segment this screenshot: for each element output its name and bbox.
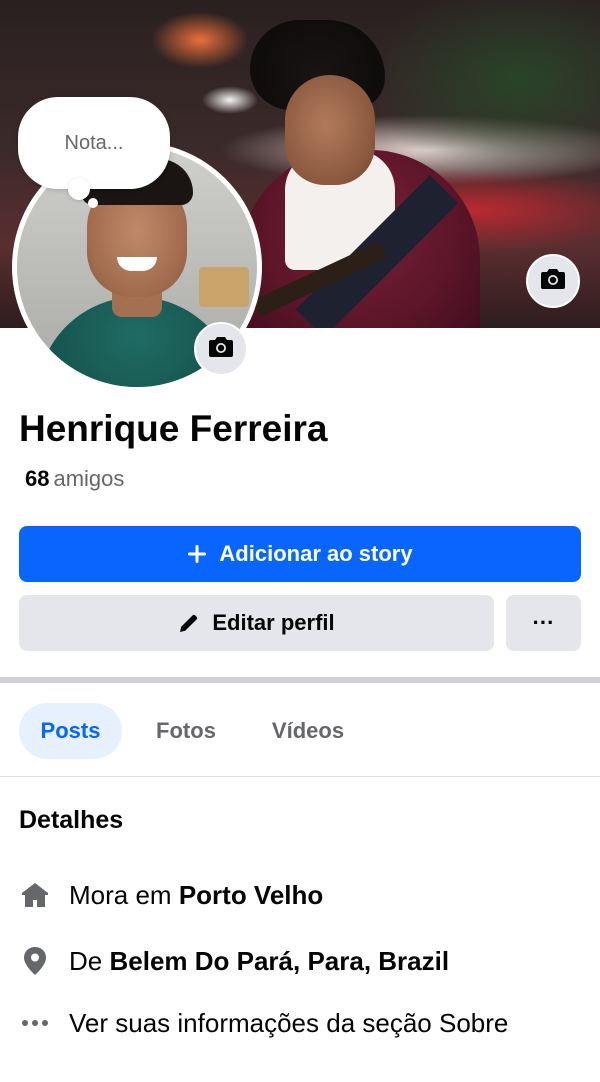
tab-posts[interactable]: Posts: [19, 703, 122, 759]
detail-see-about[interactable]: Ver suas informações da seção Sobre: [19, 1006, 508, 1040]
tab-fotos-label: Fotos: [156, 718, 216, 743]
more-dots-icon: [19, 1007, 51, 1039]
plus-icon: [187, 544, 207, 564]
note-placeholder: Nota...: [64, 131, 124, 154]
from-place[interactable]: Belem Do Pará, Para, Brazil: [109, 946, 449, 976]
detail-lives-in: Mora em Porto Velho: [19, 878, 323, 912]
add-to-story-label: Adicionar ao story: [219, 541, 413, 566]
camera-icon: [208, 336, 234, 363]
note-bubble-tail-small: [88, 198, 98, 208]
edit-profile-picture-button[interactable]: [194, 322, 248, 376]
add-to-story-button[interactable]: Adicionar ao story: [19, 526, 581, 582]
friends-label: amigos: [53, 466, 125, 491]
avatar-background-shelf: [199, 267, 249, 307]
edit-profile-button[interactable]: Editar perfil: [19, 595, 494, 651]
camera-icon: [540, 268, 566, 295]
home-icon: [19, 879, 51, 911]
more-options-icon: ···: [532, 610, 555, 635]
detail-from: De Belem Do Pará, Para, Brazil: [19, 944, 449, 978]
friends-count-link[interactable]: 68 amigos: [25, 466, 124, 492]
section-divider: [0, 677, 600, 683]
profile-tabs: Posts Fotos Vídeos: [0, 703, 600, 759]
lives-prefix: Mora em: [69, 879, 172, 910]
more-options-button[interactable]: ···: [506, 595, 581, 651]
profile-name: Henrique Ferreira: [19, 408, 328, 449]
see-about-link[interactable]: Ver suas informações da seção Sobre: [69, 1008, 508, 1039]
from-prefix: De: [69, 945, 103, 976]
edit-profile-label: Editar perfil: [212, 610, 335, 635]
friends-count: 68: [25, 466, 50, 491]
pencil-icon: [178, 612, 200, 634]
tab-posts-label: Posts: [40, 718, 101, 743]
note-bubble-tail-large: [68, 178, 90, 200]
cover-person-face: [285, 75, 375, 185]
lives-city[interactable]: Porto Velho: [179, 880, 323, 910]
tabs-divider: [0, 776, 600, 777]
tab-fotos[interactable]: Fotos: [140, 703, 232, 759]
location-pin-icon: [19, 945, 51, 977]
details-heading: Detalhes: [19, 806, 124, 834]
tab-videos[interactable]: Vídeos: [254, 703, 362, 759]
note-bubble[interactable]: Nota...: [18, 97, 170, 189]
tab-videos-label: Vídeos: [271, 718, 345, 743]
edit-cover-photo-button[interactable]: [526, 254, 580, 308]
